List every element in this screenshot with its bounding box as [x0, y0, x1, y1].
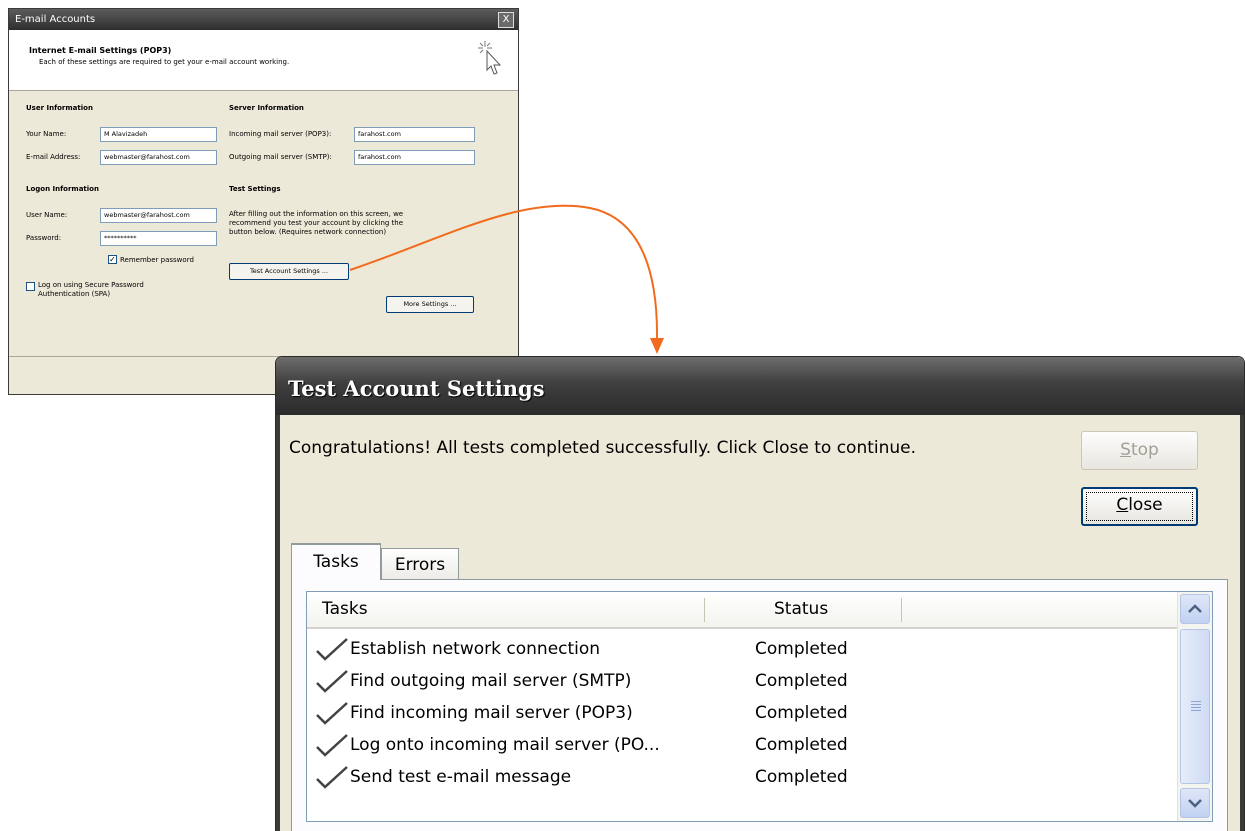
- tasks-list[interactable]: Tasks Status Establish network connectio…: [306, 591, 1213, 822]
- table-row[interactable]: Log onto incoming mail server (PO... Com…: [307, 730, 1178, 762]
- task-status: Completed: [755, 767, 848, 787]
- checkmark-icon: [316, 670, 348, 693]
- success-message: Congratulations! All tests completed suc…: [289, 438, 917, 458]
- grip-line: [1191, 707, 1201, 708]
- column-divider[interactable]: [704, 598, 705, 622]
- test-account-settings-dialog: Test Account Settings Congratulations! A…: [275, 356, 1245, 831]
- test-dialog-client: Congratulations! All tests completed suc…: [276, 415, 1244, 831]
- vertical-scrollbar[interactable]: [1177, 592, 1212, 821]
- tab-errors[interactable]: Errors: [381, 548, 459, 580]
- checkmark-icon: [316, 702, 348, 725]
- checkmark-icon: [316, 766, 348, 789]
- grip-line: [1191, 710, 1201, 711]
- grip-line: [1191, 704, 1201, 705]
- table-row[interactable]: Send test e-mail message Completed: [307, 762, 1178, 794]
- task-status: Completed: [755, 671, 848, 691]
- scroll-down-button[interactable]: [1180, 788, 1210, 818]
- checkmark-icon: [316, 734, 348, 757]
- table-row[interactable]: Establish network connection Completed: [307, 634, 1178, 666]
- test-dialog-title: Test Account Settings: [288, 376, 545, 401]
- task-name: Find outgoing mail server (SMTP): [350, 671, 632, 691]
- tasks-tab-panel: Tasks Status Establish network connectio…: [291, 579, 1228, 831]
- focus-rectangle: [1086, 492, 1193, 521]
- task-status: Completed: [755, 639, 848, 659]
- stop-mnemonic: S: [1120, 440, 1131, 460]
- task-status: Completed: [755, 735, 848, 755]
- table-row[interactable]: Find incoming mail server (POP3) Complet…: [307, 698, 1178, 730]
- test-dialog-titlebar: Test Account Settings: [276, 357, 1244, 415]
- close-button[interactable]: Close: [1081, 487, 1198, 526]
- chevron-down-icon: [1188, 799, 1202, 808]
- chevron-up-icon: [1188, 604, 1202, 613]
- scroll-up-button[interactable]: [1180, 594, 1210, 624]
- tab-tasks[interactable]: Tasks: [291, 543, 381, 580]
- stop-label-rest: top: [1130, 440, 1159, 460]
- column-header-tasks[interactable]: Tasks: [322, 599, 368, 619]
- task-status: Completed: [755, 703, 848, 723]
- task-name: Send test e-mail message: [350, 767, 572, 787]
- task-name: Establish network connection: [350, 639, 601, 659]
- grip-line: [1191, 701, 1201, 702]
- checkmark-icon: [316, 638, 348, 661]
- list-header: Tasks Status: [307, 592, 1178, 629]
- task-name: Log onto incoming mail server (PO...: [350, 735, 660, 755]
- task-name: Find incoming mail server (POP3): [350, 703, 633, 723]
- column-header-status[interactable]: Status: [774, 599, 828, 619]
- table-row[interactable]: Find outgoing mail server (SMTP) Complet…: [307, 666, 1178, 698]
- stop-button[interactable]: Stop: [1081, 431, 1198, 470]
- scroll-thumb[interactable]: [1180, 629, 1210, 784]
- column-divider[interactable]: [901, 598, 902, 622]
